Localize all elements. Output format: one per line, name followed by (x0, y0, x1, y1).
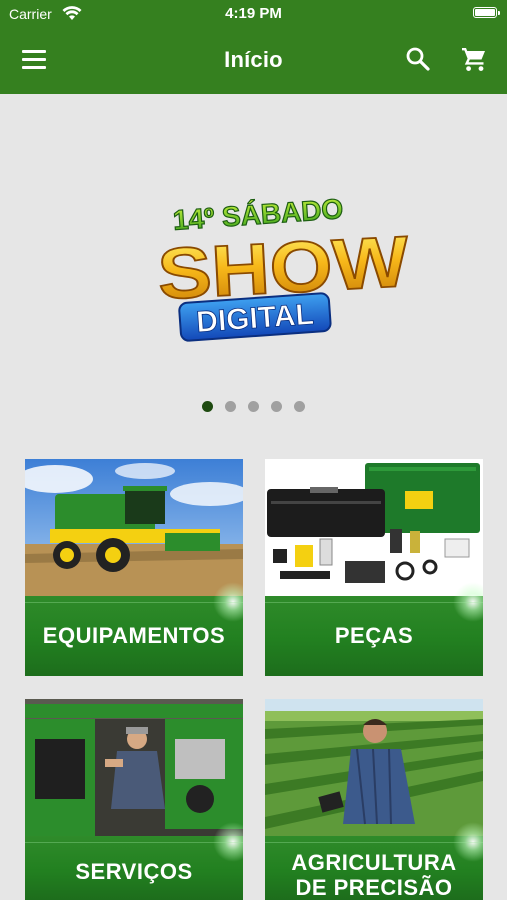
carousel-dot[interactable] (202, 401, 213, 412)
category-card-equipamentos[interactable]: EQUIPAMENTOS (25, 459, 243, 676)
category-card-agricultura-de-precisao[interactable]: AGRICULTURA DE PRECISÃO (265, 699, 483, 900)
carousel-dot[interactable] (225, 401, 236, 412)
category-label: PEÇAS (334, 623, 414, 648)
mechanic-photo (25, 699, 243, 836)
parts-photo (265, 459, 483, 596)
carousel-dot[interactable] (294, 401, 305, 412)
search-icon[interactable] (405, 46, 431, 72)
promo-banner-carousel[interactable]: 14º SÁBADO SHOW DIGITAL (0, 94, 507, 434)
category-band: AGRICULTURA DE PRECISÃO (265, 822, 483, 900)
carousel-dot[interactable] (248, 401, 259, 412)
shopping-cart-icon[interactable] (460, 45, 488, 73)
category-label-line1: AGRICULTURA (291, 850, 457, 875)
carousel-pagination (0, 399, 507, 417)
category-band: EQUIPAMENTOS (25, 582, 243, 676)
category-card-pecas[interactable]: PEÇAS (265, 459, 483, 676)
category-card-servicos[interactable]: SERVIÇOS (25, 699, 243, 900)
category-band: SERVIÇOS (25, 822, 243, 900)
sabado-show-digital-logo: 14º SÁBADO SHOW DIGITAL (155, 192, 412, 342)
category-label-line2: DE PRECISÃO (295, 875, 453, 900)
category-label: EQUIPAMENTOS (42, 623, 226, 648)
harvester-photo (25, 459, 243, 596)
farmer-field-photo (265, 699, 483, 836)
category-label: SERVIÇOS (75, 859, 193, 884)
category-band: PEÇAS (265, 582, 483, 676)
app-bar: Início (0, 28, 507, 94)
status-time: 4:19 PM (225, 5, 282, 22)
battery-icon (473, 7, 500, 18)
carousel-dot[interactable] (271, 401, 282, 412)
status-bar: Carrier 4:19 PM (0, 0, 507, 28)
